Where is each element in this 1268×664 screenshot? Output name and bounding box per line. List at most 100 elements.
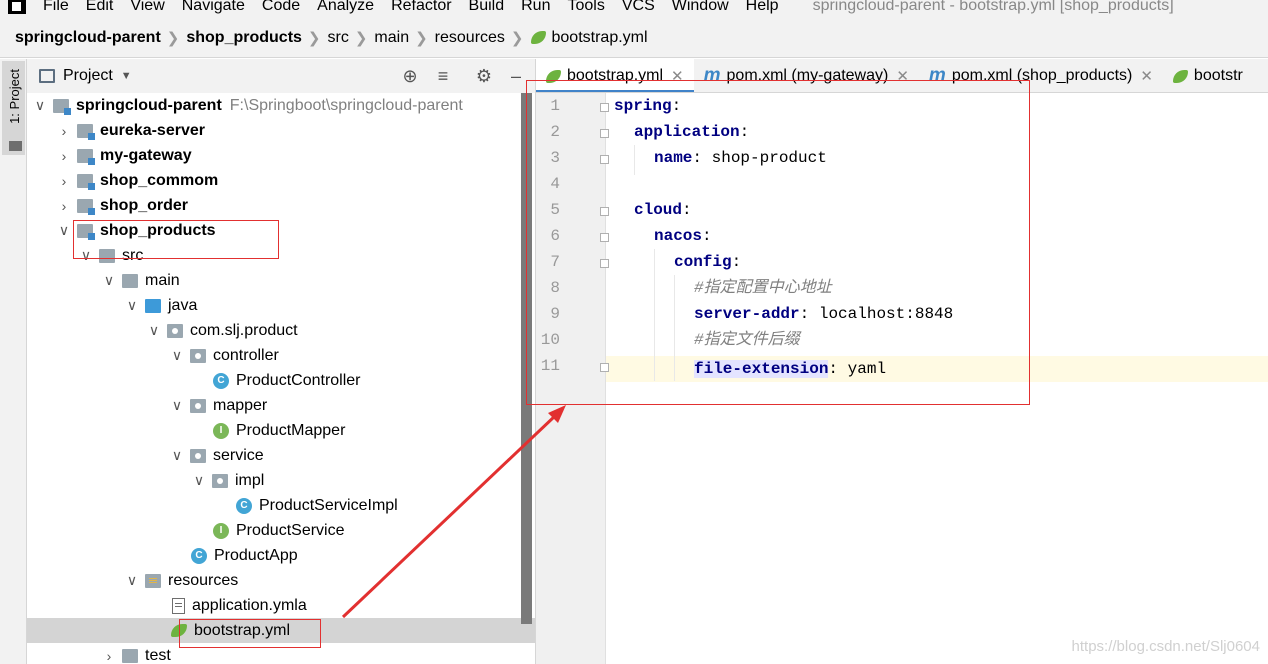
tree-item-shop-order[interactable]: › shop_order [27, 193, 535, 218]
tree-item-label: springcloud-parent [76, 96, 222, 114]
chevron-down-icon[interactable]: ∨ [57, 222, 71, 239]
close-icon[interactable]: ✕ [1140, 67, 1153, 85]
breadcrumb: springcloud-parent ❯ shop_products ❯ src… [0, 18, 1268, 58]
tree-item-path: F:\Springboot\springcloud-parent [229, 96, 463, 114]
menu-code[interactable]: Code [262, 0, 300, 15]
window-title: springcloud-parent - bootstrap.yml [shop… [812, 0, 1174, 14]
tree-item-label: ProductApp [214, 546, 298, 564]
tree-item-mapper[interactable]: ∨ mapper [27, 393, 535, 418]
tree-item-eureka-server[interactable]: › eureka-server [27, 118, 535, 143]
tree-item-springcloud-parent[interactable]: ∨ springcloud-parent F:\Springboot\sprin… [27, 93, 535, 118]
module-folder-icon [53, 98, 71, 115]
tree-item-label: my-gateway [100, 146, 192, 164]
tree-item-label: ProductService [236, 521, 345, 539]
menu-build[interactable]: Build [469, 0, 505, 15]
chevron-right-icon[interactable]: › [57, 198, 71, 214]
text-file-icon [172, 597, 185, 614]
class-icon: C [236, 497, 252, 514]
tree-item-label: ProductController [236, 371, 361, 389]
tree-item-java[interactable]: ∨ java [27, 293, 535, 318]
chevron-down-icon[interactable]: ∨ [170, 447, 184, 464]
interface-icon: I [213, 522, 229, 539]
breadcrumb-item-module[interactable]: shop_products [186, 29, 302, 47]
annotation-box-editor [526, 80, 1030, 405]
tree-item-product-app[interactable]: C ProductApp [27, 543, 535, 568]
tree-item-resources[interactable]: ∨ resources [27, 568, 535, 593]
menu-view[interactable]: View [130, 0, 164, 15]
menu-analyze[interactable]: Analyze [317, 0, 374, 15]
tree-item-label: mapper [213, 396, 268, 414]
tree-item-label: test [145, 646, 171, 664]
locate-target-icon[interactable]: ⊕ [399, 65, 421, 87]
package-icon [190, 398, 206, 413]
folder-icon [122, 648, 138, 663]
chevron-down-icon[interactable]: ▼ [121, 70, 132, 82]
chevron-down-icon[interactable]: ∨ [147, 322, 161, 339]
tree-item-impl[interactable]: ∨ impl [27, 468, 535, 493]
chevron-right-icon: ❯ [166, 29, 180, 47]
tree-item-package[interactable]: ∨ com.slj.product [27, 318, 535, 343]
tab-bootstrap-overflow[interactable]: bootstr [1163, 59, 1253, 92]
chevron-down-icon[interactable]: ∨ [170, 397, 184, 414]
tree-item-label: impl [235, 471, 265, 489]
tree-item-product-controller[interactable]: C ProductController [27, 368, 535, 393]
menu-refactor[interactable]: Refactor [391, 0, 451, 15]
chevron-right-icon[interactable]: › [57, 123, 71, 139]
menu-help[interactable]: Help [746, 0, 779, 15]
breadcrumb-item-root[interactable]: springcloud-parent [15, 29, 161, 47]
tree-item-service[interactable]: ∨ service [27, 443, 535, 468]
project-panel-title[interactable]: Project [63, 67, 113, 85]
project-panel: Project ▼ ⊕ ≡ ⚙ – ∨ springcloud-parent F… [27, 59, 535, 664]
chevron-down-icon[interactable]: ∨ [102, 272, 116, 289]
breadcrumb-item-main[interactable]: main [374, 29, 409, 47]
package-icon [212, 473, 228, 488]
tree-item-label: service [213, 446, 264, 464]
source-folder-icon [145, 298, 161, 313]
tree-item-controller[interactable]: ∨ controller [27, 343, 535, 368]
chevron-down-icon[interactable]: ∨ [170, 347, 184, 364]
left-tool-strip: 1: Project [0, 59, 27, 664]
tree-item-product-service-impl[interactable]: C ProductServiceImpl [27, 493, 535, 518]
tree-item-label: shop_order [100, 196, 189, 214]
menu-vcs[interactable]: VCS [622, 0, 655, 15]
chevron-right-icon[interactable]: › [57, 173, 71, 189]
chevron-right-icon: ❯ [510, 29, 524, 47]
breadcrumb-item-resources[interactable]: resources [435, 29, 505, 47]
tree-item-product-mapper[interactable]: I ProductMapper [27, 418, 535, 443]
tree-item-label: ProductServiceImpl [259, 496, 398, 514]
breadcrumb-item-file[interactable]: bootstrap.yml [552, 29, 648, 47]
menu-window[interactable]: Window [672, 0, 729, 15]
project-tool-window-tab[interactable]: 1: Project [2, 61, 25, 155]
chevron-down-icon[interactable]: ∨ [33, 97, 47, 114]
chevron-down-icon[interactable]: ∨ [125, 572, 139, 589]
chevron-down-icon[interactable]: ∨ [125, 297, 139, 314]
tree-item-product-service[interactable]: I ProductService [27, 518, 535, 543]
tree-item-main[interactable]: ∨ main [27, 268, 535, 293]
menu-run[interactable]: Run [521, 0, 550, 15]
tree-item-label: java [168, 296, 198, 314]
package-icon [190, 348, 206, 363]
menu-navigate[interactable]: Navigate [182, 0, 245, 15]
tree-item-application-ymla[interactable]: application.ymla [27, 593, 535, 618]
project-tool-window-label: 1: Project [7, 69, 22, 124]
tree-item-my-gateway[interactable]: › my-gateway [27, 143, 535, 168]
collapse-all-icon[interactable]: ≡ [432, 65, 454, 87]
menu-file[interactable]: File [43, 0, 69, 15]
chevron-down-icon[interactable]: ∨ [192, 472, 206, 489]
breadcrumb-item-src[interactable]: src [328, 29, 349, 47]
tree-item-label: ProductMapper [236, 421, 346, 439]
module-folder-icon [77, 148, 95, 165]
minimize-icon[interactable]: – [505, 65, 527, 87]
tree-item-label: application.ymla [192, 596, 307, 614]
chevron-right-icon[interactable]: › [57, 148, 71, 164]
annotation-box-file [179, 619, 321, 648]
menu-edit[interactable]: Edit [86, 0, 114, 15]
tree-item-shop-commom[interactable]: › shop_commom [27, 168, 535, 193]
resources-folder-icon [145, 573, 161, 588]
gear-icon[interactable]: ⚙ [473, 65, 495, 87]
interface-icon: I [213, 422, 229, 439]
class-icon: C [213, 372, 229, 389]
chevron-right-icon[interactable]: › [102, 648, 116, 664]
menu-tools[interactable]: Tools [567, 0, 604, 15]
module-folder-icon [77, 198, 95, 215]
